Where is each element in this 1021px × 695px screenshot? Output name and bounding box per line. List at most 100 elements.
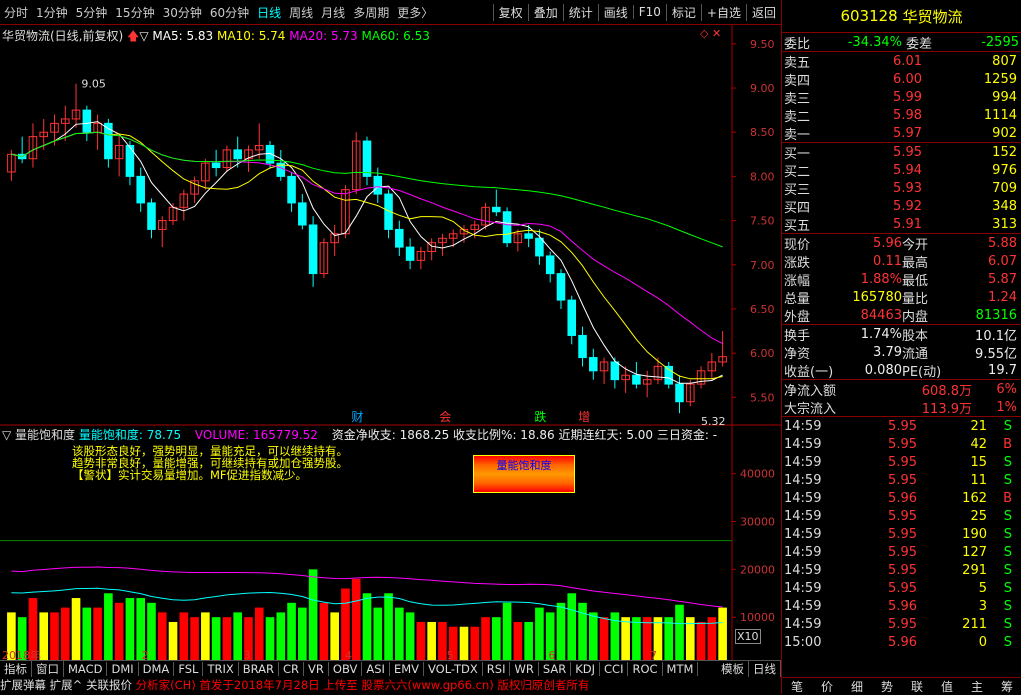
stat-row-0-cell-3: 5.88 [988,235,1017,251]
panel-tab-7[interactable]: 筹 [1001,678,1013,695]
tick-row-11-cell-0: 14:59 [784,616,822,632]
panel-tab-2[interactable]: 细 [851,678,863,695]
tick-row-5-cell-2: 25 [970,508,987,524]
panel-tab-1[interactable]: 价 [821,678,833,695]
indicator-tab-7[interactable]: BRAR [239,662,280,676]
tick-row-4-cell-0: 14:59 [784,490,822,506]
zoom-x10[interactable]: X10 [735,629,761,644]
panel-tab-4[interactable]: 联 [911,678,923,695]
stat-row-4: 外盘 84463 内盘 81316 [782,306,1021,325]
tick-row-12: 15:00 5.96 0 S [782,633,1021,651]
price-tick-label-1: 9.00 [750,82,775,95]
volume-bar-17 [190,617,199,665]
extra-tab-1[interactable]: 扩展^ [50,678,86,692]
indicator-tab-5[interactable]: FSL [174,662,204,676]
toolbar-button-2[interactable]: 统计 [562,3,598,21]
tick-row-7: 14:59 5.95 127 S [782,543,1021,561]
tick-row-7-cell-1: 5.95 [888,544,917,560]
price-tick-label-3: 8.00 [750,170,775,183]
toolbar-button-1[interactable]: 叠加 [527,3,563,21]
toolbar-button-0[interactable]: 复权 [492,3,528,21]
volume-bar-8 [93,607,102,665]
period-tab-5[interactable]: 60分钟 [206,4,253,21]
panel-tab-0[interactable]: 笔 [791,678,803,695]
ma-label-3: MA60: 6.53 [361,29,430,43]
indicator-tab-9[interactable]: VR [304,662,329,676]
indicator-tab-17[interactable]: KDJ [571,662,601,676]
period-tab-4[interactable]: 30分钟 [159,4,206,21]
stat2-row-1-cell-0: 净资 [784,346,811,362]
stat-row-2-cell-0: 涨幅 [784,273,811,289]
indicator-tab-16[interactable]: SAR [539,662,572,676]
vol-tick-label-3: 10000 [740,611,775,624]
ask-row-2-cell-0: 卖三 [784,91,811,107]
indicator-tab-18[interactable]: CCI [600,662,629,676]
extra-tab-0[interactable]: 扩展弹幕 [0,678,50,692]
stat-row-2: 涨幅 1.88% 最低 5.87 [782,270,1021,289]
vol-tick-label-1: 30000 [740,516,775,529]
toolbar-button-7[interactable]: 返回 [745,3,781,21]
candle-body-27 [298,202,307,226]
toolbar-button-4[interactable]: F10 [632,5,666,19]
period-tab-8[interactable]: 月线 [317,4,349,21]
indicator-tab-6[interactable]: TRIX [203,662,239,676]
indicator-tab-13[interactable]: VOL-TDX [424,662,483,676]
kline-chart-svg[interactable]: 9.50 9.00 8.50 8.00 7.50 7.00 6.50 6.00 5.50 9.05… [0,25,781,665]
tick-row-9-cell-2: 5 [978,580,987,596]
ask-row-3-cell-1: 5.98 [893,107,922,123]
toolbar-button-3[interactable]: 画线 [597,3,633,21]
volume-bar-14 [157,612,167,665]
period-tab-7[interactable]: 周线 [285,4,317,21]
tick-list[interactable]: 14:59 5.95 21 S 14:59 5.95 42 B 14:59 5.95 15 S 14:5… [782,417,1021,651]
tick-row-12-cell-1: 5.96 [888,634,917,650]
stat2-row-0-cell-3: 10.1亿 [975,328,1017,344]
indicator-tab-2[interactable]: MACD [64,662,108,676]
indicator-tab-14[interactable]: RSI [483,662,511,676]
toolbar-button-6[interactable]: +自选 [700,3,746,21]
flow-row-1-cell-1: 113.9万 [921,401,972,417]
volume-bar-53 [578,602,587,665]
indicator-tab-1[interactable]: 窗口 [32,661,64,677]
period-tab-10[interactable]: 更多〉 [393,4,437,21]
bid-row-1-cell-0: 买二 [784,164,811,180]
indicator-tab-0[interactable]: 指标 [0,661,32,677]
stat-row-2-cell-3: 5.87 [988,271,1017,287]
toolbar-button-5[interactable]: 标记 [665,3,701,21]
indicator-tab-15[interactable]: WR [510,662,539,676]
ask-row-1-cell-1: 6.00 [893,71,922,87]
indicator-tab-3[interactable]: DMI [107,662,139,676]
period-tab-0[interactable]: 分时 [0,4,32,21]
price-tick-label-2: 8.50 [750,126,775,139]
indicator-tab-8[interactable]: CR [279,662,305,676]
period-tab-2[interactable]: 5分钟 [72,4,112,21]
tick-row-6-cell-3: S [1003,526,1012,542]
ask-row-4: 卖一 5.97 902 [782,124,1021,143]
period-tab-9[interactable]: 多周期 [349,4,393,21]
indicator-tab-11[interactable]: ASI [362,662,390,676]
quote-stats-2: 换手 1.74% 股本 10.1亿 净资 3.79 流通 9.55亿 收益(一) 0.080 PE(… [782,325,1021,380]
right-tab-1[interactable]: 日线 [749,661,781,677]
chart-close-icons[interactable]: ◇ ✕ [700,27,721,40]
period-tab-3[interactable]: 15分钟 [111,4,158,21]
bid-row-0-cell-1: 5.95 [893,144,922,160]
extra-tab-2[interactable]: 关联报价 [86,678,136,692]
indicator-tab-19[interactable]: ROC [628,662,663,676]
right-tab-0[interactable]: 模板 [717,661,749,677]
candle-body-36 [395,228,404,248]
panel-tab-3[interactable]: 势 [881,678,893,695]
period-tab-6[interactable]: 日线 [253,4,285,21]
chart-area[interactable]: 9.50 9.00 8.50 8.00 7.50 7.00 6.50 6.00 5.50 9.05… [0,25,781,665]
indicator-tab-12[interactable]: EMV [390,662,424,676]
panel-tab-6[interactable]: 主 [971,678,983,695]
ask-row-1-cell-0: 卖四 [784,73,811,89]
volume-bar-9 [104,593,113,665]
period-tab-1[interactable]: 1分钟 [32,4,72,21]
stat-row-2-cell-2: 最低 [902,273,929,289]
indicator-tab-4[interactable]: DMA [139,662,175,676]
ask-row-4-cell-0: 卖一 [784,127,811,143]
tick-row-3-cell-2: 11 [970,472,987,488]
panel-tab-5[interactable]: 值 [941,678,953,695]
indicator-tab-20[interactable]: MTM [663,662,699,676]
indicator-tab-10[interactable]: OBV [329,662,363,676]
bid-row-0-cell-2: 152 [992,144,1017,160]
